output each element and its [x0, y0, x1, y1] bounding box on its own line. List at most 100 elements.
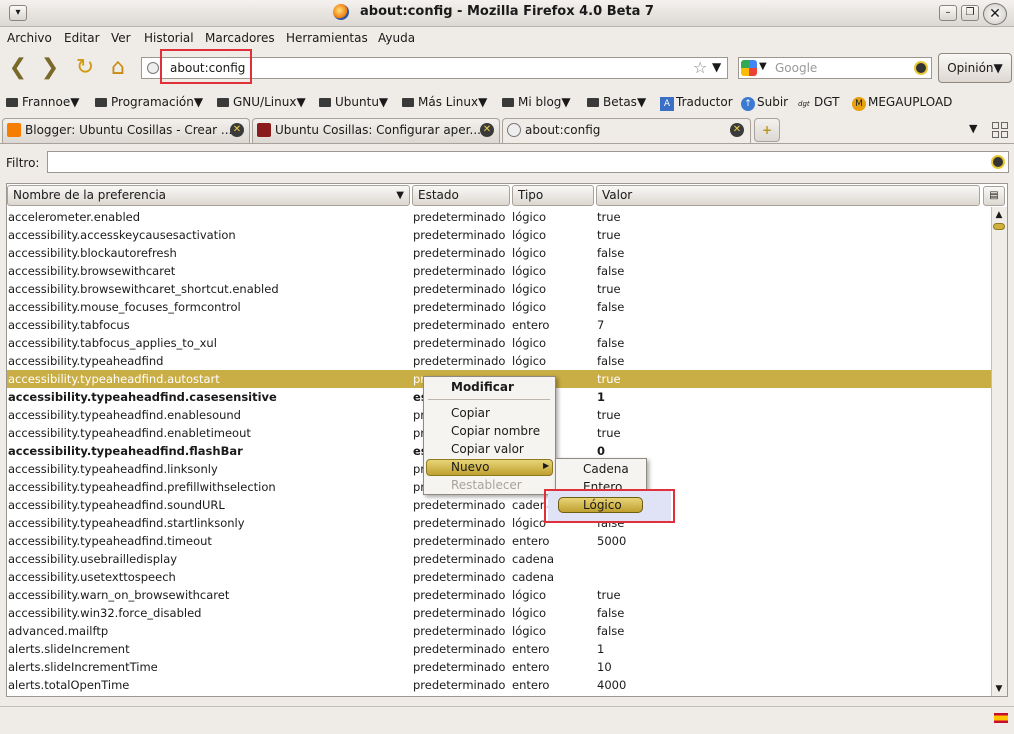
reload-icon[interactable]: ↻ [71, 56, 99, 80]
bookmark-traductor[interactable]: A Traductor [660, 95, 733, 111]
bookmark-star-icon[interactable]: ☆ [693, 58, 707, 77]
table-row[interactable]: accessibility.usebrailledisplay predeterm… [7, 550, 991, 568]
pref-value: false [597, 354, 625, 368]
table-row[interactable]: accelerometer.enabled predeterminado lógic… [7, 208, 991, 226]
tab-blogger[interactable]: Blogger: Ubuntu Cosillas - Crear ... [2, 118, 250, 143]
table-row[interactable]: alerts.totalOpenTime predeterminado entero… [7, 676, 991, 694]
sort-arrow-icon: ▼ [396, 190, 404, 201]
bookmark-folder-mi-blog[interactable]: Mi blog▼ [502, 95, 571, 109]
table-row[interactable]: accessibility.browsewithcaret predetermin… [7, 262, 991, 280]
bookmark-dgt[interactable]: dgt DGT [798, 95, 839, 112]
filter-input[interactable] [47, 151, 1009, 173]
vertical-scrollbar[interactable] [991, 207, 1007, 696]
bookmark-folder-mas-linux[interactable]: Más Linux▼ [402, 95, 487, 109]
pref-state: predeterminado [413, 624, 506, 638]
spain-flag-icon[interactable] [994, 713, 1008, 723]
tab-close-icon[interactable]: ✕ [730, 123, 744, 137]
column-header-type[interactable]: Tipo [512, 185, 594, 206]
bookmark-folder-gnu-linux[interactable]: GNU/Linux▼ [217, 95, 306, 109]
maximize-icon[interactable]: ❐ [961, 5, 979, 21]
table-row[interactable]: accessibility.warn_on_browsewithcaret pre… [7, 586, 991, 604]
tab-label: about:config [525, 123, 601, 137]
table-row[interactable]: accessibility.tabfocus predeterminado ente… [7, 316, 991, 334]
menu-ver[interactable]: Ver [111, 31, 131, 45]
table-row[interactable]: accessibility.win32.force_disabled predet… [7, 604, 991, 622]
menu-historial[interactable]: Historial [144, 31, 194, 45]
close-window-icon[interactable]: ✕ [983, 3, 1007, 25]
ctx-modify[interactable]: Modificar [451, 380, 514, 394]
table-row[interactable]: accessibility.typeaheadfind.soundURL pred… [7, 496, 991, 514]
submenu-string[interactable]: Cadena [583, 462, 629, 476]
pref-type: lógico [512, 210, 547, 224]
table-row[interactable]: accessibility.browsewithcaret_shortcut.e… [7, 280, 991, 298]
pref-name: accessibility.usetexttospeech [8, 570, 176, 584]
back-icon[interactable]: ❮ [4, 56, 32, 80]
opinion-button[interactable]: Opinión▼ [938, 53, 1012, 83]
column-header-name[interactable]: Nombre de la preferencia ▼ [7, 185, 410, 206]
table-row[interactable]: accessibility.blockautorefresh predetermi… [7, 244, 991, 262]
menu-editar[interactable]: Editar [64, 31, 100, 45]
pref-name: accelerometer.enabled [8, 210, 141, 224]
table-row[interactable]: accessibility.tabfocus_applies_to_xul pre… [7, 334, 991, 352]
ubuntu-cosillas-favicon-icon [257, 123, 271, 137]
table-row[interactable]: advanced.mailftp predeterminado lógico fals… [7, 622, 991, 640]
pref-state: predeterminado [413, 606, 506, 620]
bookmark-subir[interactable]: ↑ Subir [741, 95, 788, 111]
table-row[interactable]: accessibility.mouse_focuses_formcontrol p… [7, 298, 991, 316]
pref-type: lógico [512, 624, 547, 638]
tab-about-config[interactable]: about:config [502, 118, 751, 143]
site-identity-icon[interactable] [147, 62, 159, 74]
tab-ubuntu-cosillas[interactable]: Ubuntu Cosillas: Configurar aper... [252, 118, 500, 143]
home-icon[interactable]: ⌂ [104, 56, 132, 80]
new-tab-icon[interactable]: + [754, 118, 780, 142]
ctx-separator [428, 399, 550, 400]
submenu-arrow-icon: ▶ [543, 461, 550, 470]
bookmark-folder-betas[interactable]: Betas▼ [587, 95, 646, 109]
column-picker-icon[interactable]: ▤ [983, 186, 1005, 206]
scroll-down-icon[interactable]: ▼ [991, 682, 1007, 696]
menu-marcadores[interactable]: Marcadores [205, 31, 275, 45]
google-engine-icon[interactable] [741, 60, 757, 76]
table-row[interactable]: accessibility.typeaheadfind.timeout prede… [7, 532, 991, 550]
table-row[interactable]: accessibility.usetexttospeech predetermin… [7, 568, 991, 586]
bookmark-folder-ubuntu[interactable]: Ubuntu▼ [319, 95, 388, 109]
search-go-icon[interactable] [914, 61, 928, 75]
ctx-copy-value[interactable]: Copiar valor [451, 442, 524, 456]
ctx-copy-name[interactable]: Copiar nombre [451, 424, 540, 438]
bookmark-folder-frannoe[interactable]: Frannoe▼ [6, 95, 80, 109]
menu-herramientas[interactable]: Herramientas [286, 31, 368, 45]
window-menu-icon[interactable]: ▾ [9, 5, 27, 21]
scrollbar-thumb[interactable] [993, 223, 1005, 230]
table-row[interactable]: alerts.slideIncrement predeterminado enter… [7, 640, 991, 658]
search-box[interactable] [738, 57, 932, 79]
minimize-icon[interactable]: – [939, 5, 957, 21]
tab-close-icon[interactable]: ✕ [230, 123, 244, 137]
table-row[interactable]: accessibility.accesskeycausesactivation p… [7, 226, 991, 244]
table-row[interactable]: accessibility.typeaheadfind predeterminad… [7, 352, 991, 370]
column-header-label: Nombre de la preferencia [13, 188, 167, 202]
column-header-value[interactable]: Valor [596, 185, 980, 206]
folder-icon [6, 98, 18, 107]
table-row[interactable]: accessibility.typeaheadfind.startlinkson… [7, 514, 991, 532]
ctx-new[interactable]: Nuevo [451, 460, 489, 474]
ctx-copy[interactable]: Copiar [451, 406, 490, 420]
tab-groups-icon[interactable] [992, 122, 1008, 138]
filter-search-icon[interactable] [991, 155, 1005, 169]
search-engine-dropdown-icon[interactable]: ▼ [759, 61, 767, 72]
menu-ayuda[interactable]: Ayuda [378, 31, 415, 45]
scroll-up-icon[interactable]: ▲ [991, 208, 1007, 222]
column-header-state[interactable]: Estado [412, 185, 510, 206]
pref-name: accessibility.typeaheadfind.linksonly [8, 462, 218, 476]
tab-close-icon[interactable]: ✕ [480, 123, 494, 137]
forward-icon[interactable]: ❯ [36, 56, 64, 80]
bookmark-megaupload[interactable]: M MEGAUPLOAD [852, 95, 952, 111]
pref-value: 1 [597, 390, 606, 404]
url-dropdown-icon[interactable]: ▼ [712, 60, 721, 74]
table-row[interactable]: alerts.slideIncrementTime predeterminado e… [7, 658, 991, 676]
pref-name: accessibility.mouse_focuses_formcontrol [8, 300, 241, 314]
dgt-icon: dgt [798, 100, 810, 108]
bookmark-folder-programacion[interactable]: Programación▼ [95, 95, 203, 109]
tab-list-dropdown-icon[interactable]: ▼ [969, 122, 977, 135]
pref-value: true [597, 408, 621, 422]
menu-archivo[interactable]: Archivo [7, 31, 52, 45]
